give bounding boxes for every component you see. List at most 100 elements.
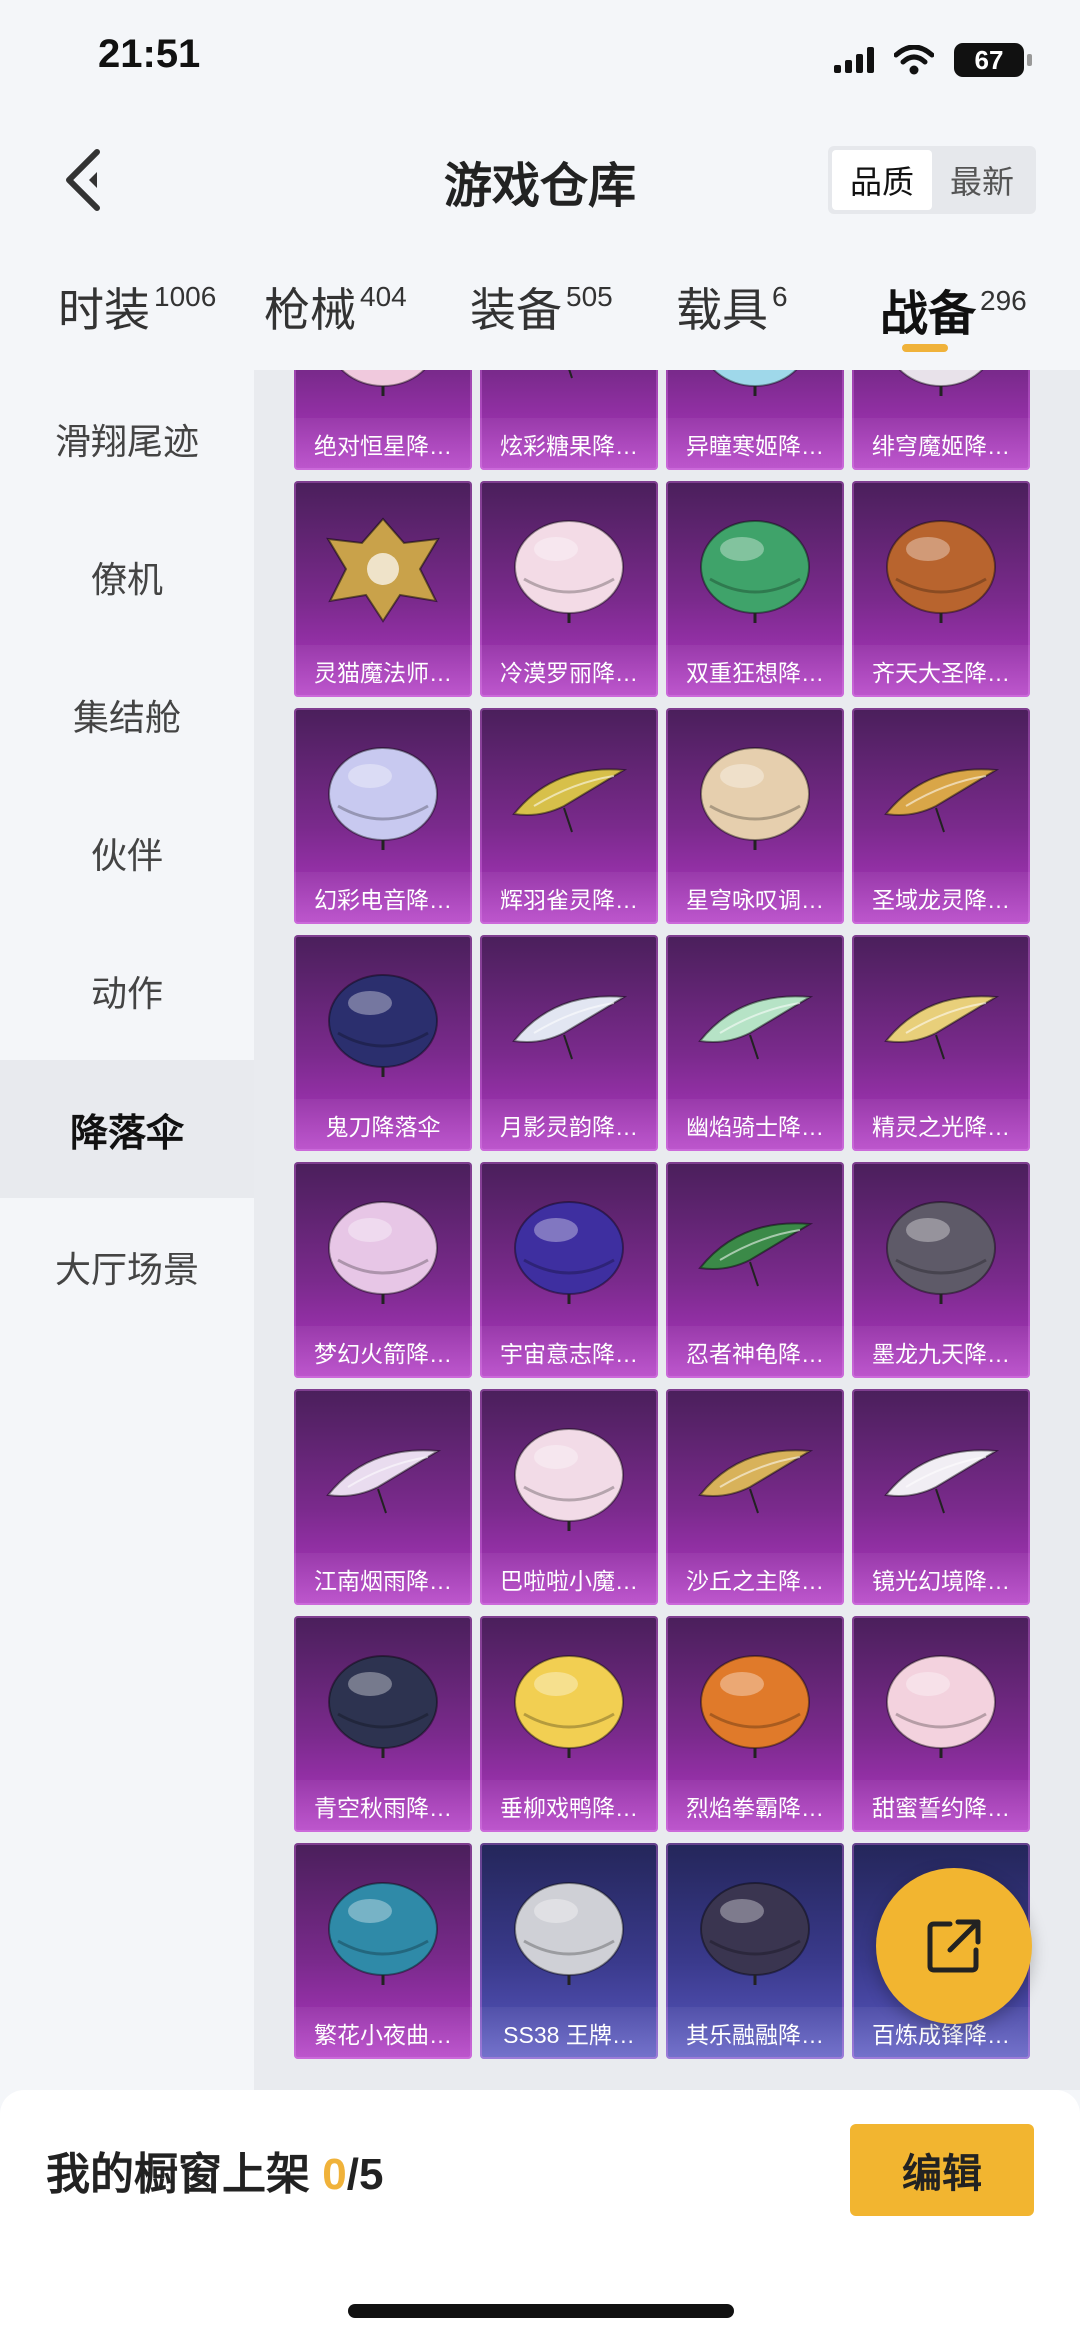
item-name: 宇宙意志降… — [480, 1326, 658, 1378]
back-button[interactable] — [48, 140, 118, 220]
tab-equipment[interactable]: 装备 505 — [470, 274, 613, 340]
item-card[interactable]: SS38 王牌… — [480, 1843, 658, 2059]
item-card[interactable]: 冷漠罗丽降… — [480, 481, 658, 697]
item-card[interactable]: 烈焰拳霸降… — [666, 1616, 844, 1832]
item-card[interactable]: 繁花小夜曲… — [294, 1843, 472, 2059]
item-card[interactable]: 精灵之光降… — [852, 935, 1030, 1151]
item-card[interactable]: 忍者神龟降… — [666, 1162, 844, 1378]
sidebar-item-parachute[interactable]: 降落伞 — [0, 1060, 254, 1198]
item-name: SS38 王牌… — [480, 2007, 658, 2059]
parachute-icon — [700, 747, 810, 850]
wifi-icon — [894, 45, 934, 75]
item-art — [690, 963, 820, 1083]
bottom-bar: 我的橱窗上架 0/5 编辑 — [0, 2090, 1080, 2339]
parachute-icon — [328, 747, 438, 850]
item-art — [876, 1190, 1006, 1310]
tab-count: 1006 — [154, 281, 217, 312]
item-card[interactable]: 墨龙九天降… — [852, 1162, 1030, 1378]
item-card[interactable]: 幽焰骑士降… — [666, 935, 844, 1151]
item-card[interactable]: 圣域龙灵降… — [852, 708, 1030, 924]
item-name: 其乐融融降… — [666, 2007, 844, 2059]
status-bar: 21:51 67 — [0, 0, 1080, 120]
item-card[interactable]: 幻彩电音降… — [294, 708, 472, 924]
item-art — [318, 1644, 448, 1764]
parachute-icon — [514, 520, 624, 623]
item-art — [504, 736, 634, 856]
nav-header: 游戏仓库 品质 最新 — [0, 130, 1080, 230]
tab-fashion[interactable]: 时装 1006 — [58, 274, 216, 340]
glider-icon — [884, 768, 1000, 833]
item-name: 幻彩电音降… — [294, 872, 472, 924]
item-card[interactable]: 宇宙意志降… — [480, 1162, 658, 1378]
item-card[interactable]: 齐天大圣降… — [852, 481, 1030, 697]
item-card[interactable]: 炫彩糖果降… — [480, 370, 658, 470]
item-card[interactable]: 其乐融融降… — [666, 1843, 844, 2059]
item-art — [504, 1644, 634, 1764]
item-name: 青空秋雨降… — [294, 1780, 472, 1832]
item-name: 江南烟雨降… — [294, 1553, 472, 1605]
share-button[interactable] — [876, 1868, 1032, 2024]
emblem-icon — [326, 517, 440, 623]
item-card[interactable]: 绝对恒星降… — [294, 370, 472, 470]
glider-icon — [512, 995, 628, 1060]
sidebar-item-assembly-pod[interactable]: 集结舱 — [0, 646, 254, 784]
item-card[interactable]: 辉羽雀灵降… — [480, 708, 658, 924]
home-indicator — [348, 2304, 734, 2318]
sidebar-item-companion[interactable]: 伙伴 — [0, 784, 254, 922]
item-art — [876, 1644, 1006, 1764]
parachute-icon — [886, 1655, 996, 1758]
item-name: 鬼刀降落伞 — [294, 1099, 472, 1151]
item-name: 精灵之光降… — [852, 1099, 1030, 1151]
item-art — [876, 736, 1006, 856]
category-tabs: 时装 1006 枪械 404 装备 505 载具 6 战备 296 — [0, 260, 1080, 370]
item-card[interactable]: 异瞳寒姬降… — [666, 370, 844, 470]
signal-icon — [834, 47, 874, 73]
item-card[interactable]: 月影灵韵降… — [480, 935, 658, 1151]
item-card[interactable]: 星穹咏叹调… — [666, 708, 844, 924]
sidebar-item-emote[interactable]: 动作 — [0, 922, 254, 1060]
glider-icon — [512, 768, 628, 833]
sidebar-item-wingman[interactable]: 僚机 — [0, 508, 254, 646]
item-art — [690, 509, 820, 629]
item-card[interactable]: 绯穹魔姬降… — [852, 370, 1030, 470]
glider-icon — [884, 1449, 1000, 1514]
sort-newest-button[interactable]: 最新 — [932, 150, 1032, 210]
tab-count: 404 — [360, 281, 407, 312]
item-card[interactable]: 巴啦啦小魔… — [480, 1389, 658, 1605]
sidebar-item-lobby-scene[interactable]: 大厅场景 — [0, 1198, 254, 1336]
battery-icon: 67 — [954, 43, 1032, 77]
item-art — [876, 509, 1006, 629]
sort-quality-button[interactable]: 品质 — [832, 150, 932, 210]
item-name: 冷漠罗丽降… — [480, 645, 658, 697]
item-card[interactable]: 双重狂想降… — [666, 481, 844, 697]
tab-count: 296 — [980, 285, 1027, 316]
tab-battle-gear[interactable]: 战备 296 — [880, 274, 1027, 344]
sort-toggle: 品质 最新 — [828, 146, 1036, 214]
item-card[interactable]: 垂柳戏鸭降… — [480, 1616, 658, 1832]
item-art — [690, 1190, 820, 1310]
parachute-icon — [898, 370, 984, 396]
tab-weapons[interactable]: 枪械 404 — [264, 274, 407, 340]
item-name: 圣域龙灵降… — [852, 872, 1030, 924]
item-card[interactable]: 沙丘之主降… — [666, 1389, 844, 1605]
item-card[interactable]: 江南烟雨降… — [294, 1389, 472, 1605]
item-art — [690, 1644, 820, 1764]
item-card[interactable]: 灵猫魔法师… — [294, 481, 472, 697]
item-name: 繁花小夜曲… — [294, 2007, 472, 2059]
tab-label: 时装 — [58, 284, 150, 336]
edit-button[interactable]: 编辑 — [850, 2124, 1034, 2216]
item-card[interactable]: 鬼刀降落伞 — [294, 935, 472, 1151]
glider-icon — [698, 995, 814, 1060]
sidebar-item-glide-trail[interactable]: 滑翔尾迹 — [0, 370, 254, 508]
item-art — [318, 1190, 448, 1310]
item-name: 镜光幻境降… — [852, 1553, 1030, 1605]
tab-vehicles[interactable]: 载具 6 — [676, 274, 788, 340]
item-name: 巴啦啦小魔… — [480, 1553, 658, 1605]
parachute-icon — [712, 370, 798, 396]
item-art — [318, 1871, 448, 1991]
item-card[interactable]: 青空秋雨降… — [294, 1616, 472, 1832]
parachute-icon — [700, 1882, 810, 1985]
item-card[interactable]: 梦幻火箭降… — [294, 1162, 472, 1378]
item-card[interactable]: 镜光幻境降… — [852, 1389, 1030, 1605]
item-card[interactable]: 甜蜜誓约降… — [852, 1616, 1030, 1832]
